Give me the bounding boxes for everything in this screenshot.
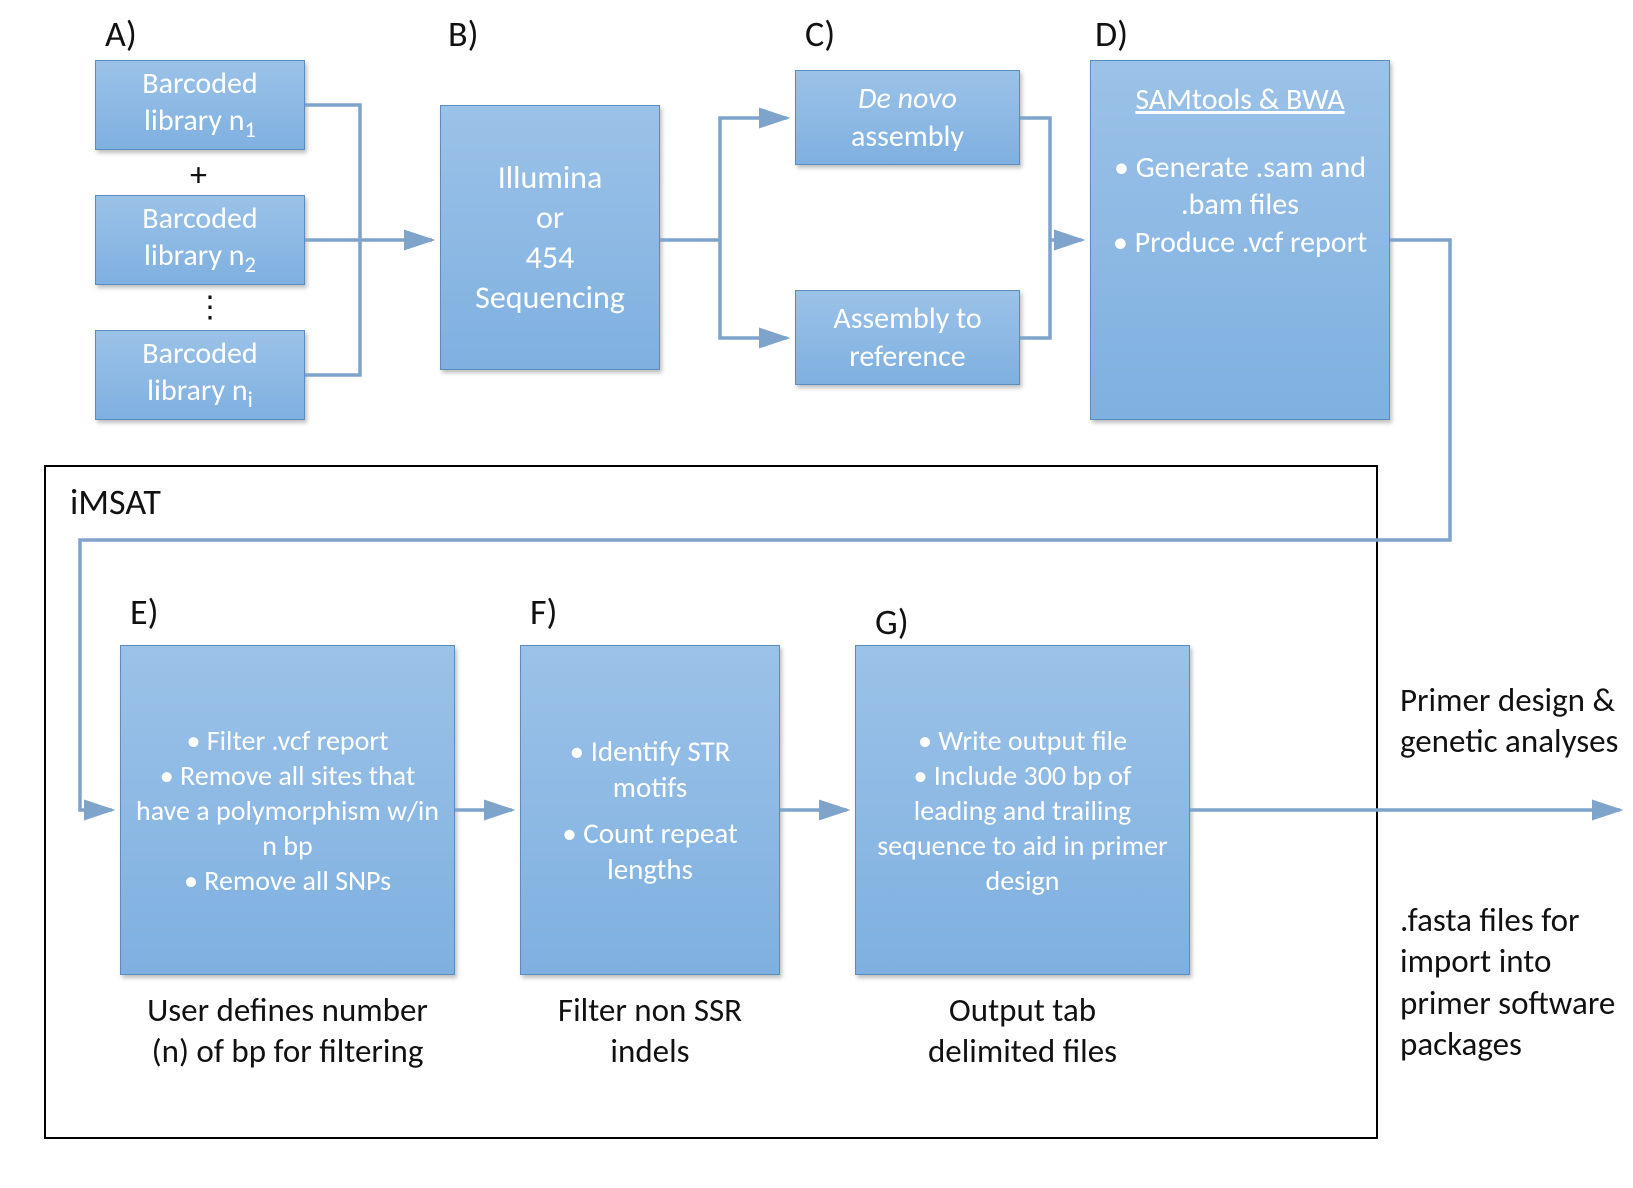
diagram-canvas: A) B) C) D) Barcoded library n1 + Barcod… bbox=[0, 0, 1633, 1188]
arrows-layer bbox=[0, 0, 1633, 1188]
